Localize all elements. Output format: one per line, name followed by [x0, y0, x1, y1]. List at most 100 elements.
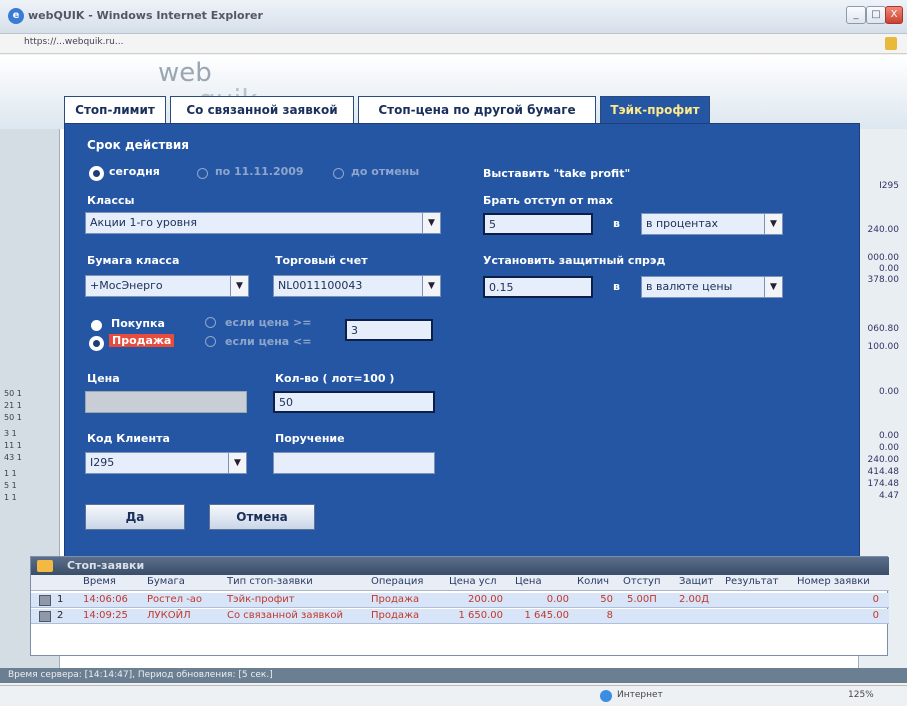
close-button[interactable]: X — [885, 6, 903, 24]
cell-offset: 5.00П — [627, 594, 657, 605]
chevron-down-icon[interactable]: ▼ — [764, 214, 782, 234]
buy-radio[interactable] — [91, 320, 102, 331]
col-header[interactable]: Колич — [577, 576, 609, 587]
right-value: 0.00 — [878, 264, 899, 274]
chevron-down-icon[interactable]: ▼ — [422, 276, 440, 296]
take-profit-title: Выставить "take profit" — [483, 167, 631, 180]
col-header[interactable]: Цена усл — [449, 576, 497, 587]
window-title: webQUIK - Windows Internet Explorer — [28, 9, 263, 22]
cell-spread: 2.00Д — [679, 594, 710, 605]
cond-ge-radio[interactable] — [205, 317, 216, 328]
address-bar[interactable]: https://...webquik.ru... — [0, 34, 907, 54]
right-value: 378.00 — [867, 275, 900, 285]
right-value: 0.00 — [878, 387, 899, 397]
classes-value: Акции 1-го уровня — [90, 216, 197, 229]
ie-window: e webQUIK - Windows Internet Explorer _ … — [0, 0, 907, 706]
client-select[interactable]: I295 ▼ — [85, 452, 247, 474]
zoom-level[interactable]: 125% — [848, 690, 874, 700]
offset-unit-value: в процентах — [646, 217, 718, 230]
offset-in-label: в — [613, 217, 620, 230]
order-tabs: Стоп-лимит Со связанной заявкой Стоп-цен… — [64, 96, 864, 124]
cell-operation: Продажа — [371, 594, 420, 605]
title-bar: e webQUIK - Windows Internet Explorer _ … — [0, 0, 907, 34]
col-header[interactable]: Операция — [371, 576, 423, 587]
spread-unit-value: в валюте цены — [646, 280, 733, 293]
spread-label: Установить защитный спрэд — [483, 254, 666, 267]
security-label: Бумага класса — [87, 254, 180, 267]
offset-input[interactable]: 5 — [483, 213, 593, 235]
validity-today-radio[interactable] — [91, 168, 102, 179]
cancel-button[interactable]: Отмена — [209, 504, 315, 530]
col-header[interactable]: Защит — [679, 576, 713, 587]
cell-time: 14:06:06 — [83, 594, 128, 605]
validity-date-label: по 11.11.2009 — [215, 165, 304, 178]
cell-order-number: 0 — [872, 594, 879, 605]
col-header[interactable]: Тип стоп-заявки — [227, 576, 313, 587]
instruction-input[interactable] — [273, 452, 435, 474]
minimize-button[interactable]: _ — [846, 6, 866, 24]
classes-select[interactable]: Акции 1-го уровня ▼ — [85, 212, 441, 234]
ok-button[interactable]: Да — [85, 504, 185, 530]
spread-input[interactable]: 0.15 — [483, 276, 593, 298]
qty-input[interactable]: 50 — [273, 391, 435, 413]
right-value: 0.00 — [878, 443, 899, 453]
take-profit-dialog: Срок действия сегодня по 11.11.2009 до о… — [64, 123, 860, 557]
lock-icon[interactable] — [885, 37, 897, 50]
account-label: Торговый счет — [275, 254, 368, 267]
col-header[interactable]: Номер заявки — [797, 576, 870, 587]
stop-orders-columns: Время Бумага Тип стоп-заявки Операция Це… — [31, 575, 889, 591]
validity-today-label: сегодня — [109, 165, 160, 178]
right-value: 100.00 — [867, 342, 900, 352]
cond-le-radio[interactable] — [205, 336, 216, 347]
tab-linked-order[interactable]: Со связанной заявкой — [170, 96, 354, 124]
validity-gtc-label: до отмены — [351, 165, 420, 178]
cell-price: 1 645.00 — [524, 610, 569, 621]
table-row[interactable]: 2 14:09:25 ЛУКОЙЛ Со связанной заявкой П… — [31, 609, 889, 624]
right-value: 0.00 — [878, 431, 899, 441]
chevron-down-icon[interactable]: ▼ — [228, 453, 246, 473]
validity-date-radio[interactable] — [197, 168, 208, 179]
maximize-button[interactable]: □ — [866, 6, 886, 24]
price-input[interactable] — [85, 391, 247, 413]
tab-stop-other-security[interactable]: Стоп-цена по другой бумаге — [358, 96, 596, 124]
chevron-down-icon[interactable]: ▼ — [764, 277, 782, 297]
right-value: 4.47 — [878, 491, 899, 501]
ie-logo-icon: e — [8, 8, 24, 24]
order-icon — [39, 611, 51, 622]
qty-label: Кол-во ( лот=100 ) — [275, 372, 395, 385]
tab-stop-limit[interactable]: Стоп-лимит — [64, 96, 166, 124]
validity-gtc-radio[interactable] — [333, 168, 344, 179]
right-value: 174.48 — [867, 479, 900, 489]
order-icon — [39, 595, 51, 606]
right-value: I295 — [879, 181, 899, 191]
server-status: Время сервера: [14:14:47], Период обновл… — [0, 668, 907, 683]
stop-orders-title: Стоп-заявки — [67, 559, 145, 572]
offset-unit-select[interactable]: в процентах ▼ — [641, 213, 783, 235]
cell-security: Ростел -ао — [147, 594, 203, 605]
account-select[interactable]: NL0011100043 ▼ — [273, 275, 441, 297]
col-header[interactable]: Результат — [725, 576, 778, 587]
security-select[interactable]: +МосЭнерго ▼ — [85, 275, 249, 297]
col-header[interactable]: Время — [83, 576, 116, 587]
col-header[interactable]: Бумага — [147, 576, 185, 587]
cell-security: ЛУКОЙЛ — [147, 610, 191, 621]
cond-price-input[interactable]: 3 — [345, 319, 433, 341]
spread-unit-select[interactable]: в валюте цены ▼ — [641, 276, 783, 298]
cell-time: 14:09:25 — [83, 610, 128, 621]
sell-radio[interactable] — [91, 338, 102, 349]
address-url[interactable]: https://...webquik.ru... — [24, 37, 123, 47]
chevron-down-icon[interactable]: ▼ — [230, 276, 248, 296]
row-number: 1 — [57, 594, 64, 605]
chevron-down-icon[interactable]: ▼ — [422, 213, 440, 233]
col-header[interactable]: Цена — [515, 576, 542, 587]
col-header[interactable]: Отступ — [623, 576, 660, 587]
security-value: +МосЭнерго — [90, 279, 163, 292]
tab-take-profit[interactable]: Тэйк-профит — [600, 96, 710, 124]
price-label: Цена — [87, 372, 120, 385]
account-value: NL0011100043 — [278, 279, 363, 292]
table-row[interactable]: 1 14:06:06 Ростел -ао Тэйк-профит Продаж… — [31, 593, 889, 608]
classes-label: Классы — [87, 194, 135, 207]
cell-qty: 50 — [600, 594, 613, 605]
cell-type: Тэйк-профит — [227, 594, 295, 605]
right-value: 060.80 — [867, 324, 900, 334]
